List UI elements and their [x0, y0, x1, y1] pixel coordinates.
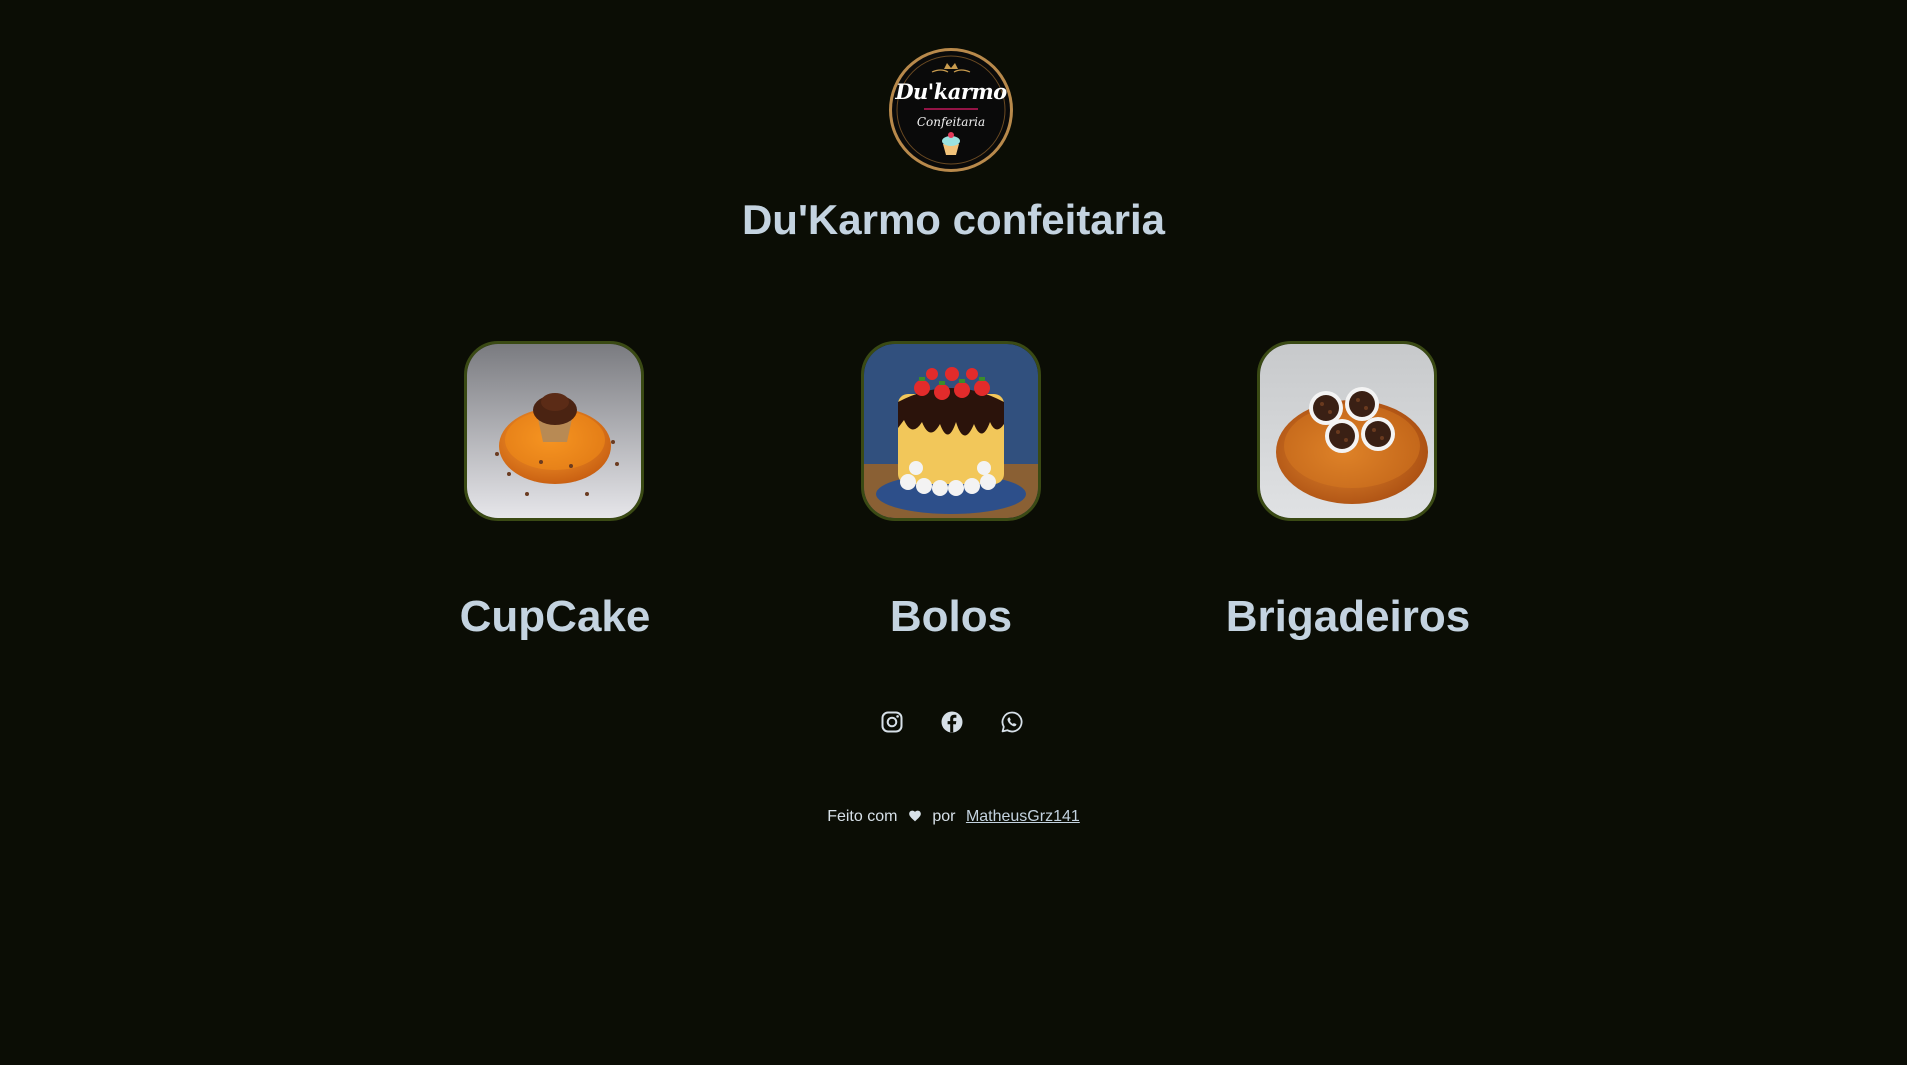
- cake-photo: [864, 344, 1038, 518]
- instagram-icon[interactable]: [880, 710, 904, 734]
- cake-card[interactable]: [861, 341, 1041, 521]
- page: Du'karmo Confeitaria Du'Karmo confeitari…: [0, 0, 1907, 1065]
- whatsapp-icon[interactable]: [1000, 710, 1024, 734]
- logo-subtitle: Confeitaria: [916, 115, 986, 129]
- footer-by: por: [932, 808, 956, 825]
- brigadeiros-label[interactable]: Brigadeiros: [1168, 592, 1528, 642]
- logo-title: Du'karmo: [895, 79, 1007, 104]
- heart-icon: [908, 809, 922, 827]
- facebook-icon[interactable]: [940, 710, 964, 734]
- brand-logo[interactable]: Du'karmo Confeitaria: [892, 51, 1010, 169]
- cupcake-photo: [467, 344, 641, 518]
- footer-made-with: Feito com: [827, 808, 898, 825]
- bolos-label[interactable]: Bolos: [771, 592, 1131, 642]
- brigadeiros-photo: [1260, 344, 1434, 518]
- cupcake-label[interactable]: CupCake: [375, 592, 735, 642]
- brigadeiros-card[interactable]: [1257, 341, 1437, 521]
- logo-art: [896, 55, 1006, 165]
- site-title: Du'Karmo confeitaria: [741, 196, 1166, 243]
- footer: Feito com por MatheusGrz141: [0, 808, 1907, 827]
- author-link[interactable]: MatheusGrz141: [966, 808, 1080, 825]
- cupcake-card[interactable]: [464, 341, 644, 521]
